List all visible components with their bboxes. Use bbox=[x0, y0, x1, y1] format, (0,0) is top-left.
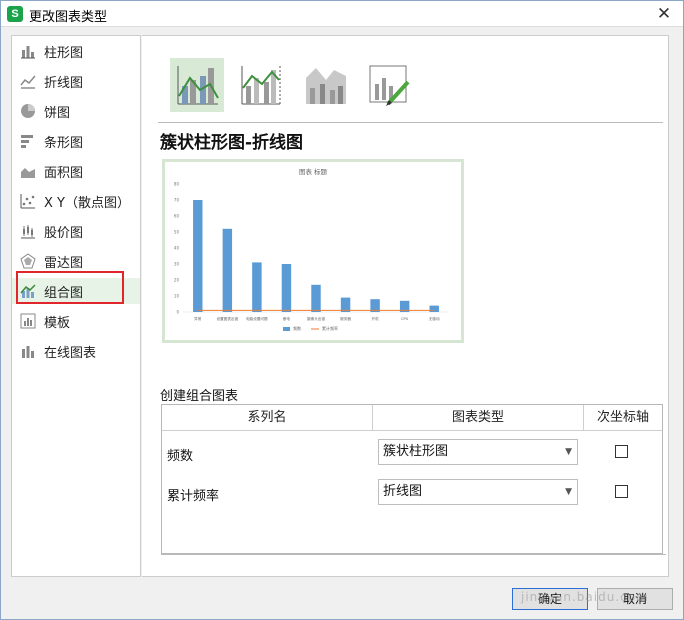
bar-frequency bbox=[311, 284, 321, 312]
chart-type-select-frequency[interactable]: 簇状柱形图 ▼ bbox=[378, 439, 578, 465]
sidebar-item-line[interactable]: 折线图 bbox=[12, 68, 140, 94]
bar-chart-icon bbox=[21, 135, 33, 148]
sidebar-item-template[interactable]: 模板 bbox=[12, 308, 140, 334]
sidebar-item-pie[interactable]: 饼图 bbox=[12, 98, 140, 124]
app-logo-icon: S bbox=[7, 6, 23, 22]
subtype-stacked-area-column[interactable] bbox=[298, 58, 352, 112]
bar-frequency bbox=[222, 228, 233, 312]
y-tick-label: 70 bbox=[174, 198, 180, 203]
legend-label-cumulative: 累计频率 bbox=[322, 325, 338, 331]
bar-frequency bbox=[281, 264, 292, 312]
header-chart-type: 图表类型 bbox=[373, 405, 583, 431]
sidebar-item-scatter[interactable]: X Y（散点图） bbox=[12, 188, 140, 214]
sidebar-item-bar[interactable]: 条形图 bbox=[12, 128, 140, 154]
stacked-area-column-icon bbox=[306, 68, 346, 104]
chart-type-panel: 簇状柱形图-折线图 图表 标题 0 10 20 30 40 50 60 70 80 异常 设置图表… bbox=[142, 35, 669, 577]
sidebar-item-label: 模板 bbox=[44, 315, 71, 331]
legend-label-frequency: 频数 bbox=[293, 325, 301, 331]
select-value: 折线图 bbox=[383, 484, 423, 499]
chart-type-select-cumulative[interactable]: 折线图 ▼ bbox=[378, 479, 578, 505]
sidebar-item-label: 面积图 bbox=[44, 165, 84, 181]
x-tick-label: 电脑设置问题 bbox=[246, 316, 268, 321]
x-tick-label: 开机 bbox=[372, 316, 380, 321]
y-tick-label: 50 bbox=[174, 230, 180, 235]
stock-chart-icon bbox=[21, 225, 35, 239]
area-chart-icon bbox=[21, 168, 35, 178]
divider bbox=[158, 122, 663, 123]
sidebar-item-label: 股价图 bbox=[44, 225, 84, 241]
x-tick-label: CPU bbox=[401, 317, 409, 321]
bar-frequency bbox=[252, 262, 262, 312]
title-bar: S 更改图表类型 ✕ bbox=[1, 1, 683, 27]
bar-frequency bbox=[429, 305, 439, 312]
sidebar-item-label: 在线图表 bbox=[44, 345, 97, 361]
x-tick-label: 设置图表出错 bbox=[217, 316, 239, 321]
x-tick-label: 断电 bbox=[283, 316, 291, 321]
legend-swatch-frequency bbox=[283, 327, 290, 331]
subtype-custom-combo[interactable] bbox=[362, 58, 416, 112]
sidebar-item-label: 柱形图 bbox=[44, 45, 84, 61]
sidebar-item-label: 饼图 bbox=[44, 105, 71, 121]
chart-subtype-heading: 簇状柱形图-折线图 bbox=[160, 133, 304, 153]
chart-title: 图表 标题 bbox=[299, 167, 328, 176]
x-tick-label: 摄像头出错 bbox=[307, 316, 325, 321]
x-tick-label: 无驱动 bbox=[429, 316, 440, 321]
scatter-chart-icon bbox=[20, 194, 35, 209]
sidebar-item-label: 条形图 bbox=[44, 135, 84, 151]
column-chart-icon bbox=[21, 46, 35, 59]
dialog-title: 更改图表类型 bbox=[29, 10, 108, 25]
pie-chart-icon bbox=[21, 104, 35, 118]
y-tick-label: 60 bbox=[174, 214, 180, 219]
custom-combo-icon bbox=[369, 65, 410, 106]
y-tick-label: 30 bbox=[174, 262, 180, 267]
sidebar-item-stock[interactable]: 股价图 bbox=[12, 218, 140, 244]
clustered-column-line-icon bbox=[177, 66, 219, 105]
line-chart-icon bbox=[20, 75, 36, 89]
select-value: 簇状柱形图 bbox=[383, 444, 449, 459]
template-icon bbox=[20, 313, 36, 329]
sidebar-item-label: X Y（散点图） bbox=[44, 195, 130, 211]
y-tick-label: 0 bbox=[176, 310, 179, 315]
secondary-axis-checkbox-cumulative[interactable] bbox=[615, 485, 628, 498]
y-tick-label: 40 bbox=[174, 246, 180, 251]
series-name-frequency: 频数 bbox=[167, 449, 194, 464]
series-name-cumulative: 累计频率 bbox=[167, 489, 220, 504]
divider bbox=[161, 554, 666, 555]
header-series-name: 系列名 bbox=[162, 405, 372, 431]
y-tick-label: 10 bbox=[174, 294, 180, 299]
x-tick-label: 异常 bbox=[194, 316, 202, 321]
y-tick-label: 80 bbox=[174, 182, 180, 187]
sidebar-item-area[interactable]: 面积图 bbox=[12, 158, 140, 184]
subtype-clustered-column-line-secondary[interactable] bbox=[234, 58, 288, 112]
close-button[interactable]: ✕ bbox=[653, 3, 675, 25]
bar-frequency bbox=[193, 200, 203, 312]
sidebar-item-column[interactable]: 柱形图 bbox=[12, 38, 140, 64]
x-tick-label: 服务器 bbox=[340, 316, 351, 321]
watermark-text: jingyan.baidu.com bbox=[521, 590, 649, 604]
chart-category-list: 柱形图 折线图 饼图 条形图 面积图 X Y（散点图） 股价图 雷达图 组合图 … bbox=[11, 35, 141, 577]
series-table: 系列名 图表类型 次坐标轴 频数 簇状柱形图 ▼ 累计频率 折线图 ▼ bbox=[161, 404, 663, 554]
clustered-column-line-secondary-icon bbox=[241, 66, 281, 105]
y-tick-label: 20 bbox=[174, 278, 180, 283]
sidebar-item-online[interactable]: 在线图表 bbox=[12, 338, 140, 364]
chart-preview-plot: 图表 标题 0 10 20 30 40 50 60 70 80 异常 设置图表出错 电脑设置问题 断电… bbox=[174, 167, 449, 331]
dropdown-arrow-icon: ▼ bbox=[565, 447, 572, 457]
secondary-axis-checkbox-frequency[interactable] bbox=[615, 445, 628, 458]
header-secondary-axis: 次坐标轴 bbox=[584, 405, 662, 431]
selection-highlight bbox=[16, 271, 124, 304]
dropdown-arrow-icon: ▼ bbox=[565, 487, 572, 497]
radar-chart-icon bbox=[20, 253, 36, 269]
change-chart-type-dialog: S 更改图表类型 ✕ 柱形图 折线图 饼图 条形图 面积图 X Y（散点图） 股… bbox=[0, 0, 684, 620]
sidebar-item-label: 折线图 bbox=[44, 75, 84, 91]
subtype-clustered-column-line[interactable] bbox=[170, 58, 224, 112]
sidebar-item-label: 雷达图 bbox=[44, 255, 84, 271]
bar-frequency bbox=[340, 297, 351, 312]
create-combo-label: 创建组合图表 bbox=[160, 389, 239, 404]
online-chart-icon bbox=[22, 346, 34, 358]
chart-preview: 图表 标题 0 10 20 30 40 50 60 70 80 异常 设置图表出错 电脑设置问题 断电… bbox=[162, 159, 464, 343]
